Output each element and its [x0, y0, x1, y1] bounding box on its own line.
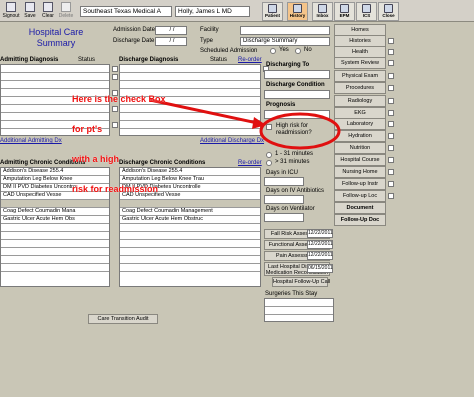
annotation-line2: for pt's — [72, 124, 103, 134]
annotation-text: Here is the check Box for pt's with a hi… — [72, 74, 166, 204]
annotation-line4: risk for readmission — [72, 184, 159, 194]
highlight-circle — [259, 112, 341, 150]
annotation-line1: Here is the check Box — [72, 94, 166, 104]
annotation-line3: with a high — [72, 154, 119, 164]
annotation-arrow-line — [149, 98, 263, 126]
